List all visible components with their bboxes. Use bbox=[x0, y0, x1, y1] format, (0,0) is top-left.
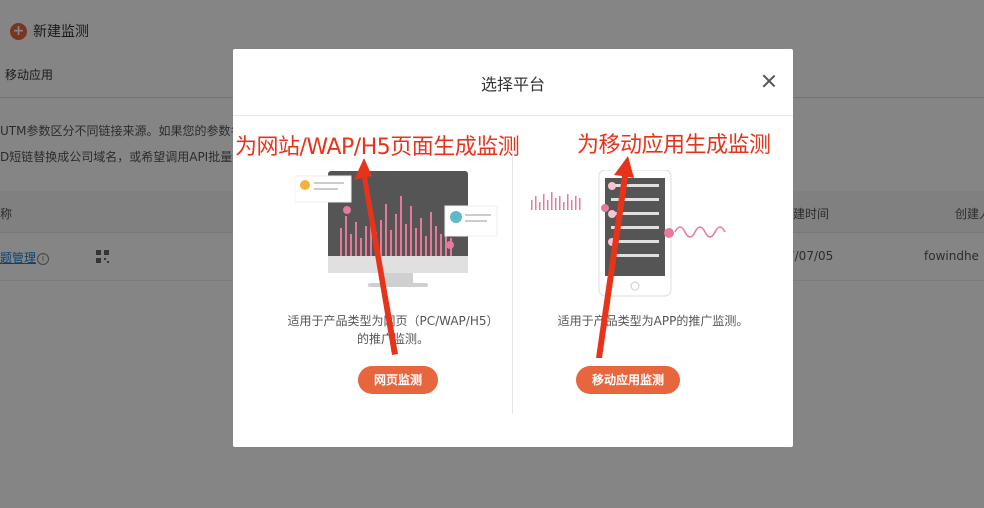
phone-illustration bbox=[531, 170, 726, 297]
web-platform-panel[interactable]: 适用于产品类型为网页（PC/WAP/H5） 的推广监测。 网页监测 bbox=[233, 116, 513, 447]
close-icon[interactable] bbox=[759, 71, 779, 91]
annotation-app: 为移动应用生成监测 bbox=[577, 133, 771, 158]
web-description-line-2: 的推广监测。 bbox=[356, 332, 429, 346]
modal-header: 选择平台 bbox=[233, 49, 793, 116]
annotation-web: 为网站/WAP/H5页面生成监测 bbox=[235, 135, 520, 160]
web-description: 适用于产品类型为网页（PC/WAP/H5） 的推广监测。 bbox=[273, 312, 513, 348]
app-platform-panel[interactable]: 适用于产品类型为APP的推广监测。 移动应用监测 bbox=[513, 116, 793, 447]
select-platform-modal: 选择平台 适用于产品类型为网页（PC/WAP/H5） 的推广监测。 网页监测 适… bbox=[233, 49, 793, 447]
app-description: 适用于产品类型为APP的推广监测。 bbox=[557, 314, 749, 328]
web-description-line-1: 适用于产品类型为网页（PC/WAP/H5） bbox=[287, 314, 499, 328]
modal-title: 选择平台 bbox=[480, 75, 545, 94]
desktop-illustration bbox=[295, 171, 498, 287]
web-monitor-button[interactable]: 网页监测 bbox=[358, 366, 438, 394]
app-monitor-button[interactable]: 移动应用监测 bbox=[576, 366, 680, 394]
